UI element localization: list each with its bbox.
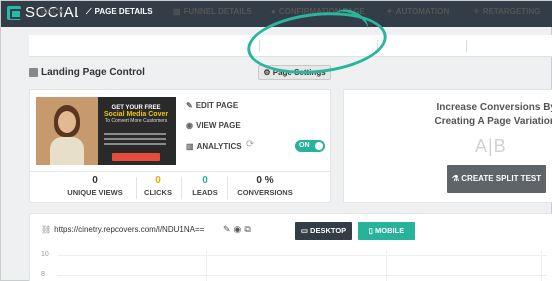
stat-divider [136, 177, 137, 199]
copy-icon[interactable]: ⧉ [244, 224, 253, 234]
stat-clicks: 0 CLICKS [141, 175, 175, 197]
nav-tabbar [29, 35, 552, 57]
preview-cta [112, 153, 160, 161]
mobile-label: MOBILE [375, 226, 405, 235]
desktop-label: DESKTOP [310, 226, 347, 235]
bar-chart-icon: ▥ [173, 7, 181, 16]
split-line-2: Creating A Page Variation [434, 116, 552, 127]
eye-icon: ◉ [186, 121, 193, 130]
edit-icon: ✎ [186, 101, 193, 110]
tab-back[interactable]: ‹ BACK [35, 1, 64, 23]
desktop-button[interactable]: ▭ DESKTOP [295, 222, 352, 240]
tab-automation[interactable]: ✦ AUTOMATION [386, 1, 449, 23]
chart-icon: ⟋ [86, 7, 92, 16]
gear-icon: ⚙ [263, 68, 271, 77]
tab-funnel-details-label: FUNNEL DETAILS [183, 7, 252, 16]
grid-line [57, 255, 547, 256]
edit-page-link[interactable]: ✎ EDIT PAGE [186, 101, 238, 110]
y-tick-label: 10 [41, 251, 49, 258]
page-url-text: https://cinetry.repcovers.com/l/NDU1NA== [54, 225, 205, 234]
analytics-link[interactable]: ▥ ANALYTICS [186, 142, 242, 151]
preview-line-2: Social Media Cover [103, 111, 169, 118]
tab-retargeting-label: RETARGETING [482, 7, 541, 16]
grid-line [386, 250, 387, 281]
tab-page-details-label: PAGE DETAILS [94, 7, 153, 16]
stat-value: 0 % [256, 175, 274, 186]
create-split-test-button[interactable]: ⚗ CREATE SPLIT TEST [447, 165, 546, 193]
tab-back-label: BACK [40, 7, 64, 16]
tab-confirmation-page[interactable]: ● CONFIRMATION PAGE [271, 1, 365, 23]
stat-label: CLICKS [144, 188, 172, 197]
split-line-1: Increase Conversions By [436, 102, 552, 113]
tab-divider [259, 40, 260, 52]
edit-page-label: EDIT PAGE [195, 101, 239, 110]
phone-icon: ▯ [368, 226, 373, 235]
tab-funnel-details[interactable]: ▥ FUNNEL DETAILS [173, 1, 252, 23]
grid-line [541, 250, 542, 281]
dot-icon: ● [271, 7, 276, 16]
page-title-text: Landing Page Control [41, 67, 145, 78]
ab-icon: A|B [475, 136, 507, 156]
grid-line [206, 250, 207, 281]
stat-label: CONVERSIONS [237, 188, 293, 197]
mobile-button[interactable]: ▯ MOBILE [358, 222, 415, 240]
tab-divider [377, 40, 378, 52]
flask-icon: ⚗ [451, 174, 460, 183]
edit-icon[interactable]: ✎ [223, 224, 234, 234]
analytics-label: ANALYTICS [196, 142, 242, 151]
view-page-link[interactable]: ◉ VIEW PAGE [186, 121, 241, 130]
tab-retargeting[interactable]: ✧ RETARGETING [473, 1, 540, 23]
tab-divider [466, 40, 467, 52]
link-icon: ⛓ [41, 225, 52, 234]
page-active-toggle[interactable]: ON [295, 140, 325, 152]
page-title: Landing Page Control [29, 67, 145, 78]
url-chart-card [29, 213, 552, 281]
preview-photo [36, 97, 98, 165]
page-settings-label: Page Settings [272, 68, 326, 77]
monitor-icon: ▭ [300, 226, 308, 235]
preview-line-3: To Convert More Customers [104, 118, 168, 124]
url-actions: ✎◉⧉ [223, 224, 254, 235]
stat-value: 0 [92, 175, 98, 186]
stat-leads: 0 LEADS [189, 175, 221, 197]
grid-line [57, 275, 547, 276]
preview-text-line [104, 138, 166, 140]
view-page-label: VIEW PAGE [195, 121, 241, 130]
preview-text-line [104, 143, 166, 145]
eye-icon[interactable]: ◉ [234, 224, 245, 234]
toggle-label: ON [299, 142, 310, 149]
page-url[interactable]: ⛓ https://cinetry.repcovers.com/l/NDU1NA=… [41, 225, 204, 234]
stat-value: 0 [202, 175, 208, 186]
refresh-icon[interactable]: ⟳ [246, 139, 254, 150]
split-test-promo: Increase Conversions By Creating A Page … [431, 101, 552, 129]
stat-divider [227, 177, 228, 199]
preview-text-line [104, 133, 166, 135]
stat-value: 0 [155, 175, 161, 186]
tab-automation-label: AUTOMATION [395, 7, 450, 16]
stat-conversions: 0 % CONVERSIONS [233, 175, 297, 197]
stat-label: LEADS [192, 188, 218, 197]
logo-icon [7, 6, 22, 20]
stats-divider [29, 171, 331, 172]
preview-body-text [104, 133, 166, 148]
page-icon [29, 68, 38, 77]
page-settings-button[interactable]: ⚙ Page Settings [258, 65, 331, 80]
stat-label: UNIQUE VIEWS [67, 188, 123, 197]
y-tick-label: 8 [41, 271, 45, 278]
preview-body [50, 137, 84, 165]
target-icon: ✧ [473, 7, 480, 16]
create-split-test-label: CREATE SPLIT TEST [461, 174, 542, 183]
preview-face [58, 111, 76, 133]
tab-page-details[interactable]: ⟋ PAGE DETAILS [78, 1, 161, 23]
preview-headline: GET YOUR FREE Social Media Cover To Conv… [100, 105, 172, 124]
stat-divider [181, 177, 182, 199]
page-preview-thumbnail[interactable]: GET YOUR FREE Social Media Cover To Conv… [36, 97, 176, 165]
stat-unique-views: 0 UNIQUE VIEWS [63, 175, 127, 197]
sparkle-icon: ✦ [386, 7, 393, 16]
bar-chart-icon: ▥ [186, 142, 194, 151]
chevron-left-icon: ‹ [35, 7, 38, 16]
toggle-knob [315, 142, 323, 150]
tab-confirmation-page-label: CONFIRMATION PAGE [278, 7, 365, 16]
